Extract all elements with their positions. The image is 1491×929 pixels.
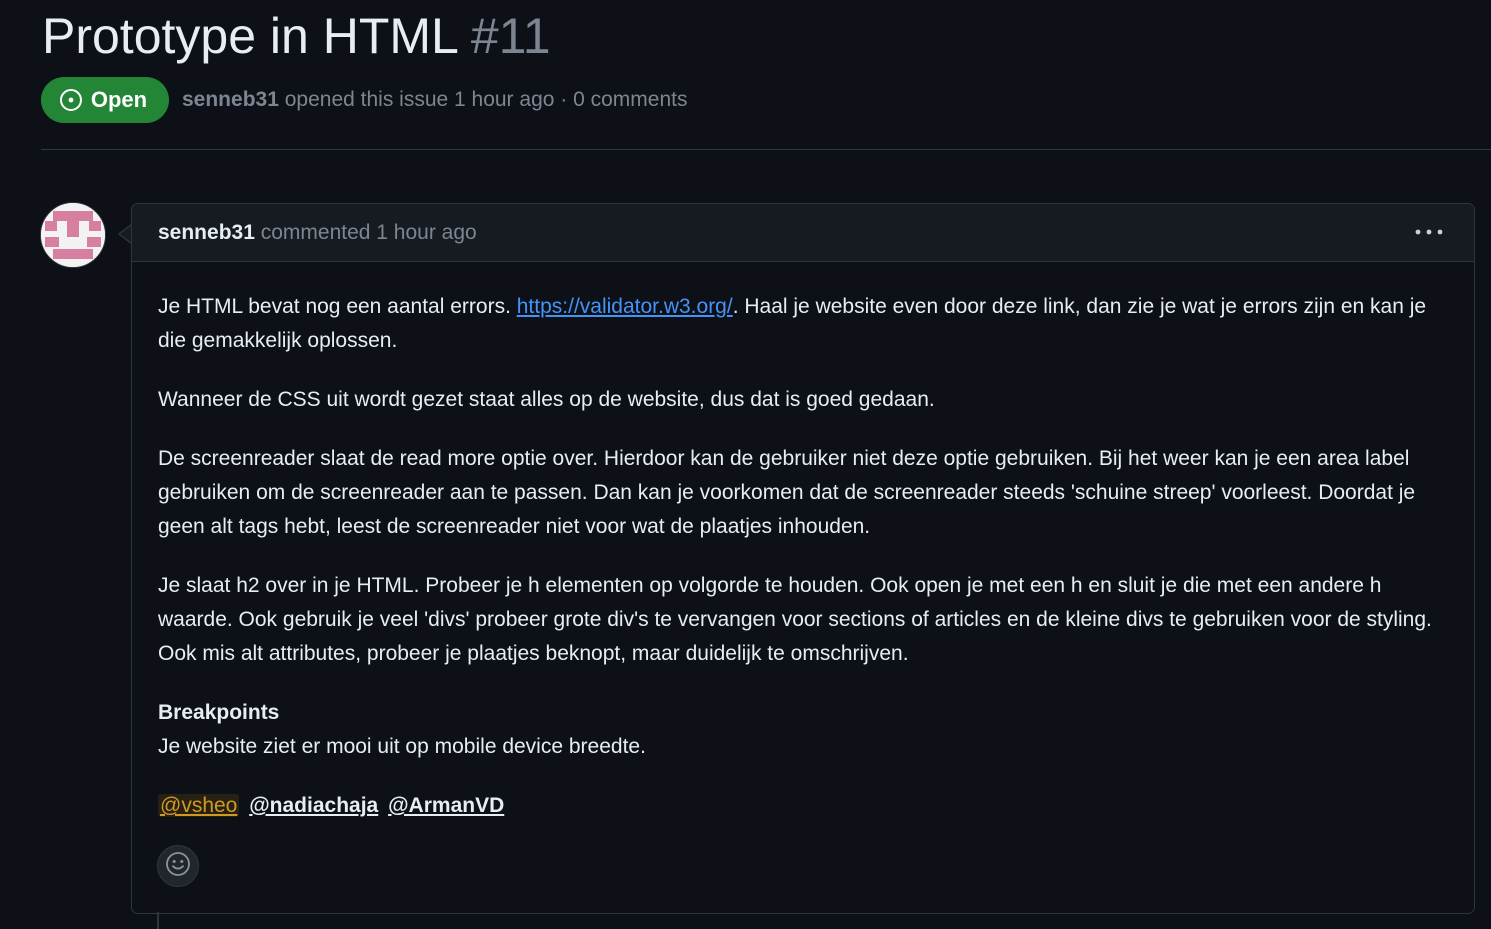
smiley-icon [165, 851, 191, 882]
issue-title-row: Prototype in HTML #11 [42, 4, 551, 68]
comment-paragraph-errors: Je HTML bevat nog een aantal errors. htt… [158, 290, 1448, 358]
issue-number: #11 [470, 8, 551, 64]
comment-paragraph-breakpoints: Breakpoints Je website ziet er mooi uit o… [158, 696, 1448, 764]
add-reaction-button[interactable] [157, 845, 199, 887]
mention-nadiachaja[interactable]: @nadiachaja [249, 794, 378, 817]
breakpoints-heading: Breakpoints [158, 701, 280, 724]
issue-opened-icon [59, 88, 83, 112]
comment-paragraph-headings: Je slaat h2 over in je HTML. Probeer je … [158, 574, 1432, 665]
issue-meta: senneb31 opened this issue 1 hour ago · … [182, 84, 687, 116]
comment-timestamp: commented 1 hour ago [254, 221, 477, 244]
issue-author-link[interactable]: senneb31 [182, 88, 279, 111]
comment-header: senneb31 commented 1 hour ago [132, 204, 1474, 262]
comment-menu-button[interactable] [1414, 218, 1444, 248]
kebab-horizontal-icon [1414, 224, 1444, 242]
comment-author-link[interactable]: senneb31 [158, 221, 255, 244]
comment-mentions: @vsheo @nadiachaja @ArmanVD [158, 789, 1448, 823]
avatar[interactable] [40, 202, 106, 268]
comment-paragraph-css: Wanneer de CSS uit wordt gezet staat all… [158, 388, 935, 411]
issue-meta-action: opened this issue 1 hour ago · 0 comment… [278, 88, 688, 111]
issue-title: Prototype in HTML [42, 8, 459, 64]
validator-link[interactable]: https://validator.w3.org/ [517, 295, 733, 318]
mention-vsheo[interactable]: @vsheo [158, 794, 240, 817]
comment-header-text: senneb31 commented 1 hour ago [158, 218, 477, 248]
mention-armanvd[interactable]: @ArmanVD [388, 794, 504, 817]
issue-page: Prototype in HTML #11 Open senneb31 opene… [0, 0, 1491, 929]
comment-paragraph-screenreader: De screenreader slaat de read more optie… [158, 447, 1416, 538]
comment-box: senneb31 commented 1 hour ago Je HTML be… [131, 203, 1475, 914]
breakpoints-text: Je website ziet er mooi uit op mobile de… [158, 735, 646, 758]
comment-body: Je HTML bevat nog een aantal errors. htt… [158, 290, 1448, 848]
issue-state-badge: Open [41, 77, 169, 123]
paragraph-text: Je HTML bevat nog een aantal errors. [158, 295, 517, 318]
header-divider [41, 149, 1491, 150]
issue-state-label: Open [90, 87, 148, 112]
timeline-line [157, 912, 159, 929]
